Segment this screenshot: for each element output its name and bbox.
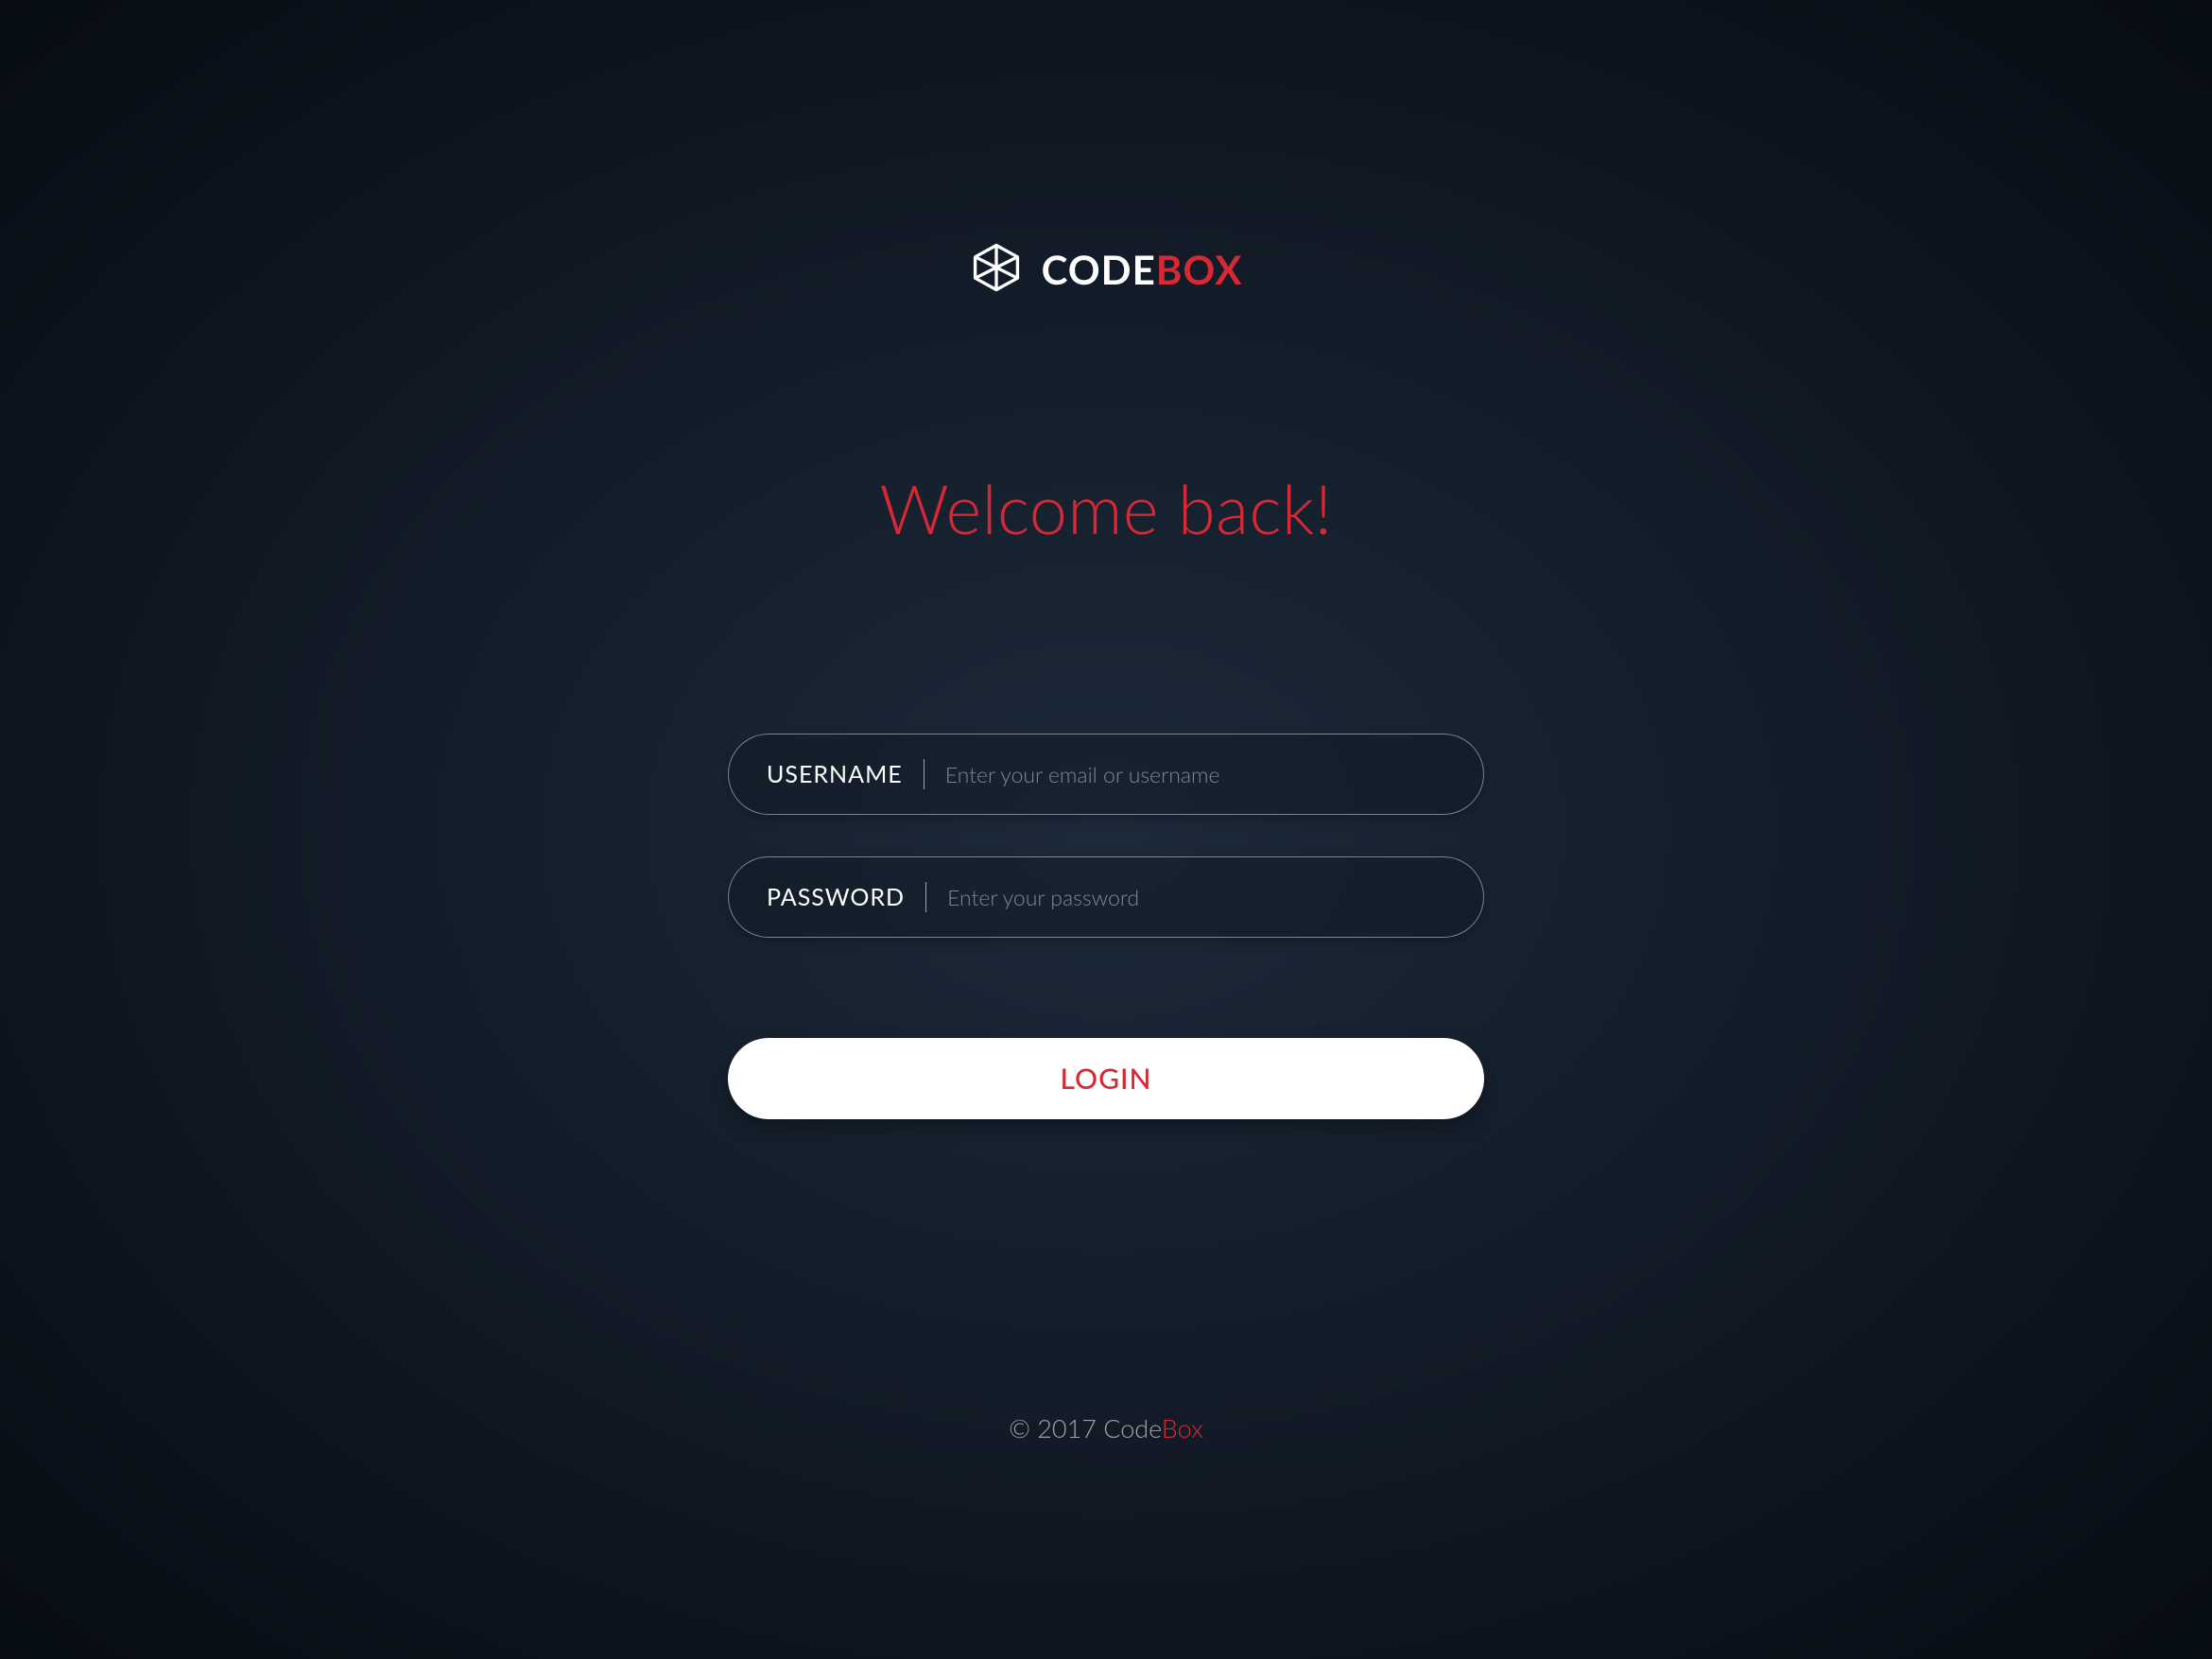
username-input[interactable] [925, 761, 1445, 787]
footer-brand-part1: Code [1103, 1412, 1162, 1443]
brand-name-part2: BOX [1156, 246, 1243, 293]
password-label: PASSWORD [767, 882, 926, 912]
footer-brand-part2: Box [1162, 1412, 1203, 1443]
footer-copyright: © 2017 CodeBox [1009, 1412, 1203, 1443]
cube-icon [970, 241, 1023, 298]
page-heading: Welcome back! [879, 468, 1332, 549]
login-form: USERNAME PASSWORD [728, 734, 1484, 938]
copyright-prefix: © 2017 [1009, 1412, 1103, 1443]
password-field-container[interactable]: PASSWORD [728, 856, 1484, 938]
login-button[interactable]: LOGIN [728, 1038, 1484, 1119]
username-label: USERNAME [767, 759, 925, 789]
brand-name: CODEBOX [1042, 246, 1243, 293]
brand-logo: CODEBOX [970, 241, 1243, 298]
username-field-container[interactable]: USERNAME [728, 734, 1484, 815]
password-input[interactable] [926, 884, 1445, 910]
brand-name-part1: CODE [1042, 246, 1156, 293]
